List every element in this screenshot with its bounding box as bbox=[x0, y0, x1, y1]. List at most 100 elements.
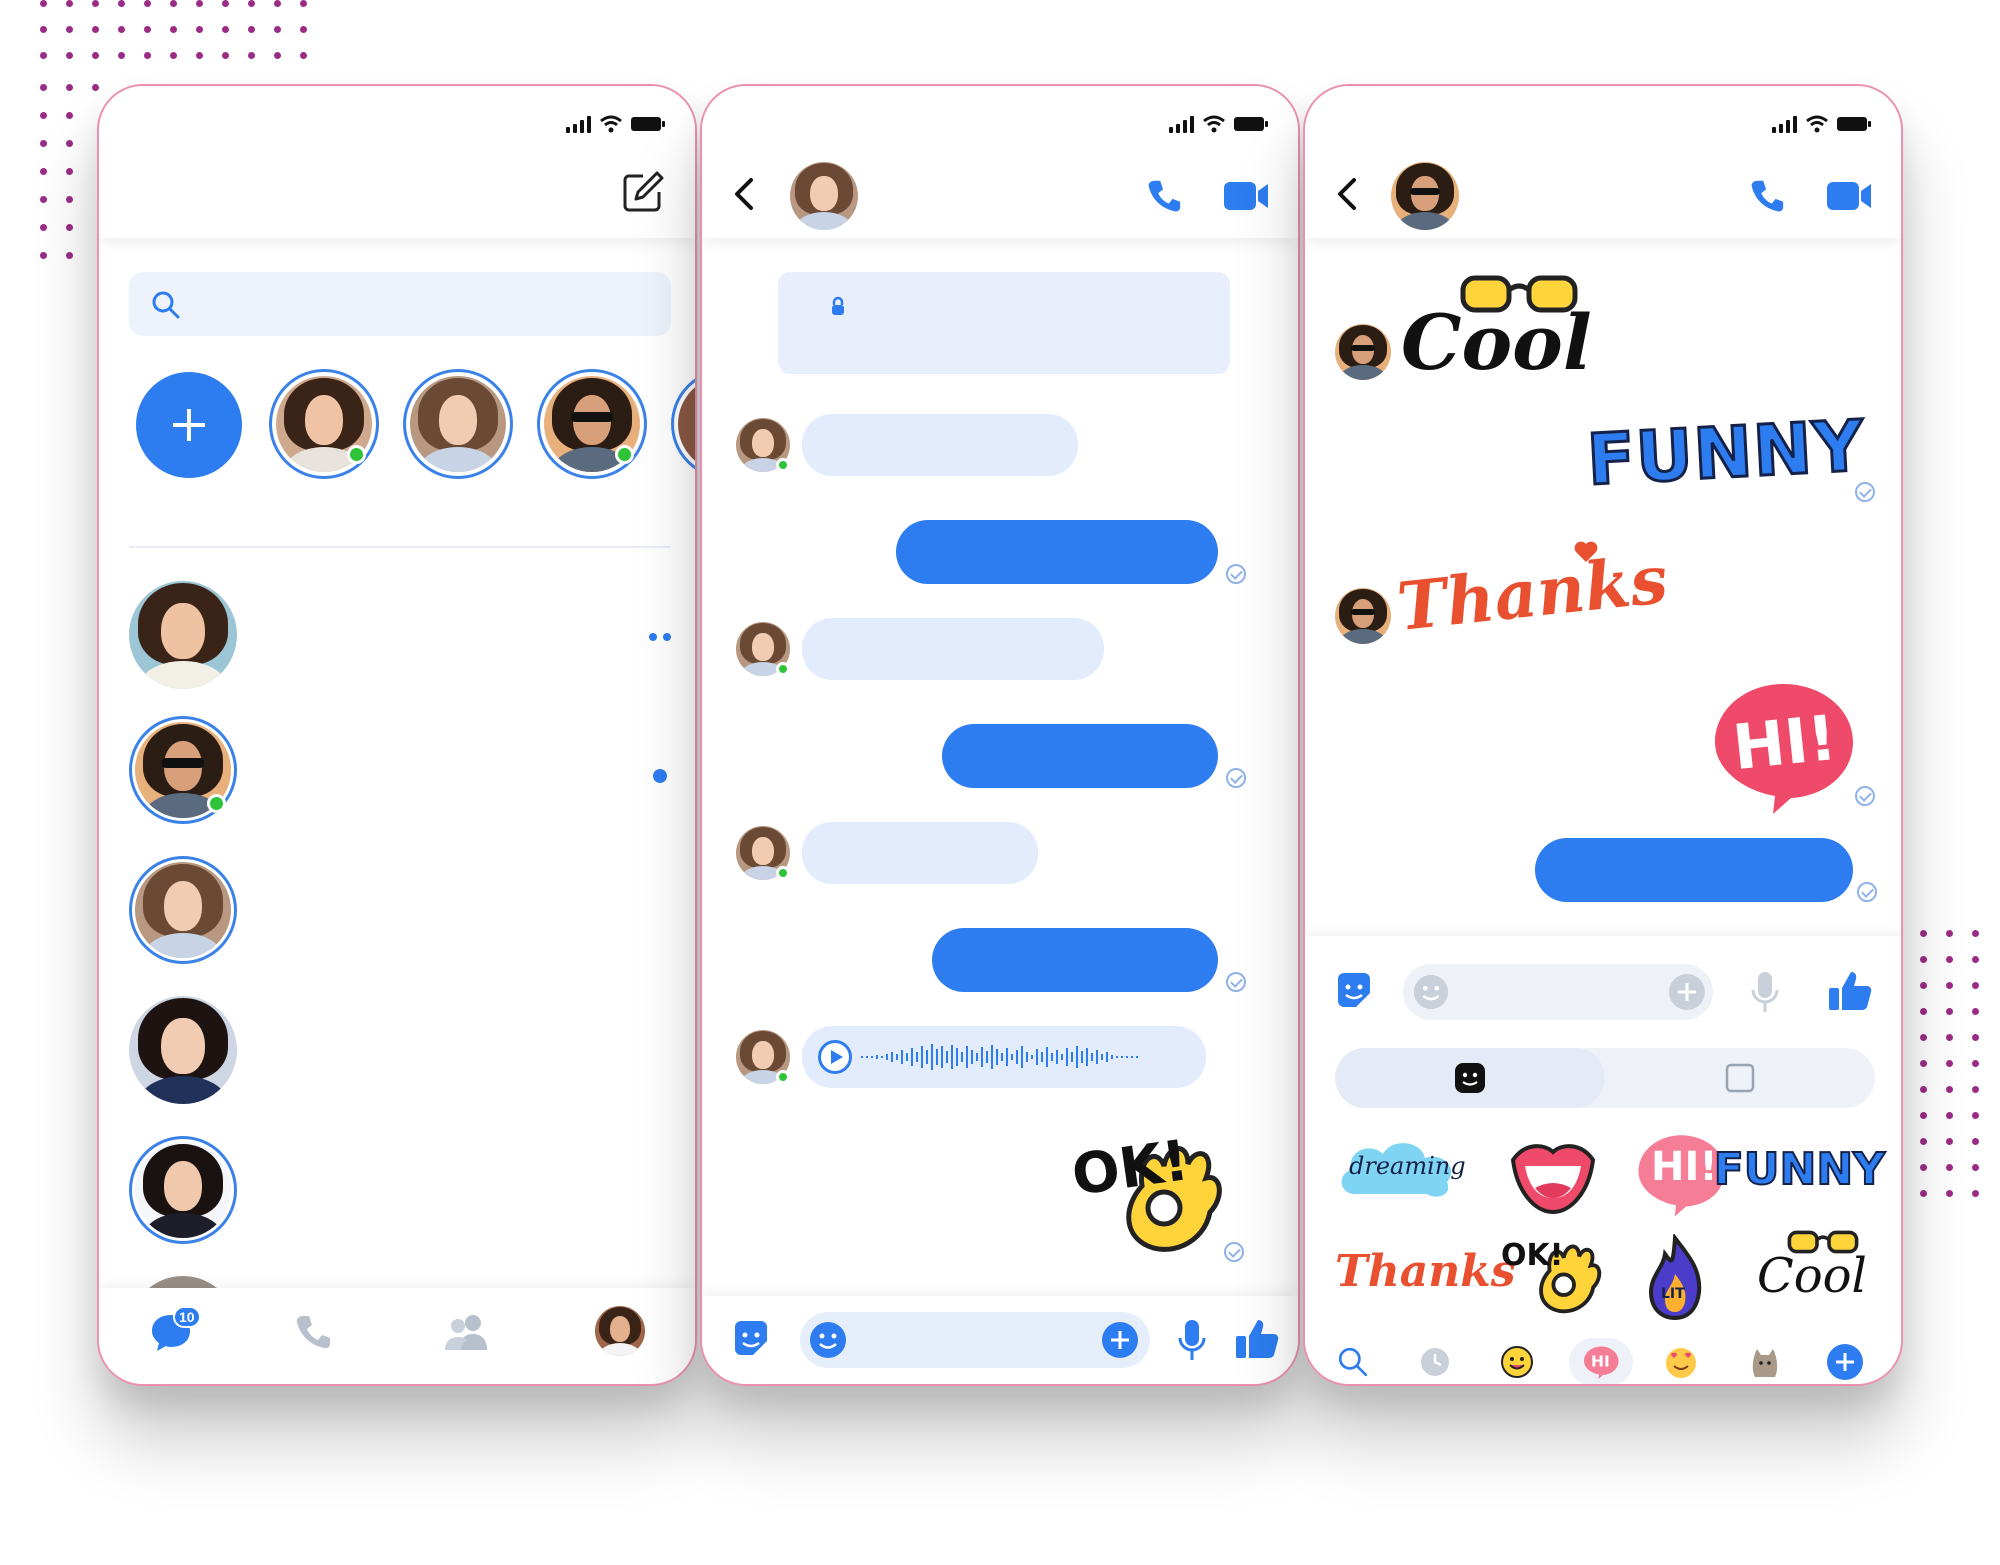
add-icon bbox=[1102, 1322, 1138, 1358]
story-item[interactable] bbox=[537, 369, 647, 479]
sticker-pack-hi[interactable]: HI bbox=[1569, 1338, 1633, 1384]
avatar bbox=[129, 996, 237, 1104]
compose-icon[interactable] bbox=[619, 168, 667, 216]
story-item[interactable] bbox=[403, 369, 513, 479]
sticker-cool[interactable]: Cool bbox=[1397, 272, 1617, 392]
sticker-item[interactable]: dreaming bbox=[1335, 1134, 1466, 1214]
sticker-label: Thanks bbox=[1393, 540, 1672, 646]
sticker-funny[interactable]: FUNNY bbox=[1584, 403, 1868, 502]
sticker-pack-smile[interactable] bbox=[1497, 1342, 1537, 1382]
divider bbox=[129, 546, 671, 548]
contact-avatar[interactable] bbox=[790, 162, 858, 230]
message-bubble-outgoing[interactable] bbox=[896, 520, 1218, 584]
sticker-button[interactable] bbox=[728, 1316, 774, 1362]
list-item[interactable] bbox=[129, 716, 671, 828]
message-bubble-incoming[interactable] bbox=[802, 414, 1078, 476]
read-receipt-icon bbox=[1226, 972, 1246, 992]
story-item[interactable] bbox=[671, 369, 695, 479]
tab-people[interactable] bbox=[439, 1306, 495, 1358]
search-icon bbox=[152, 291, 180, 319]
list-item[interactable] bbox=[129, 581, 671, 693]
voice-record-button[interactable] bbox=[1172, 1316, 1212, 1364]
back-button[interactable] bbox=[722, 172, 766, 216]
tab-stickers[interactable] bbox=[1335, 1048, 1605, 1108]
search-input[interactable] bbox=[129, 272, 671, 336]
signal-icon bbox=[1169, 115, 1194, 133]
sticker-label: HI! bbox=[1651, 1144, 1718, 1190]
sticker-thanks[interactable]: Thanks bbox=[1394, 536, 1671, 646]
sticker-label: FUNNY bbox=[1713, 1143, 1886, 1196]
heart-icon bbox=[1574, 541, 1598, 562]
story-item[interactable] bbox=[269, 369, 379, 479]
like-button[interactable] bbox=[1232, 1314, 1282, 1364]
sticker-pack-love[interactable] bbox=[1661, 1342, 1701, 1382]
sticker-ok[interactable]: OK! bbox=[1068, 1126, 1232, 1266]
play-button[interactable] bbox=[818, 1040, 852, 1074]
lips-icon bbox=[1510, 1144, 1596, 1215]
online-indicator bbox=[615, 445, 634, 464]
message-bubble-outgoing[interactable] bbox=[932, 928, 1218, 992]
thumbs-up-icon bbox=[1829, 972, 1872, 1010]
wifi-icon bbox=[600, 115, 622, 133]
search-stickers-button[interactable] bbox=[1333, 1342, 1373, 1382]
add-sticker-pack-button[interactable] bbox=[1825, 1342, 1865, 1382]
voice-message[interactable] bbox=[802, 1026, 1206, 1088]
love-sticker-pack bbox=[1666, 1348, 1696, 1378]
sticker-label: FUNNY bbox=[1584, 403, 1868, 502]
wifi-icon bbox=[1806, 115, 1828, 133]
sticker-tab-icon bbox=[1455, 1063, 1485, 1093]
picker-tabs bbox=[1335, 1048, 1875, 1108]
voice-call-button[interactable] bbox=[1745, 174, 1789, 218]
sticker-button[interactable] bbox=[1331, 968, 1377, 1014]
tab-calls[interactable] bbox=[287, 1306, 339, 1358]
back-button[interactable] bbox=[1325, 172, 1369, 216]
sticker-item[interactable]: LIT bbox=[1645, 1232, 1705, 1322]
add-story-button[interactable] bbox=[136, 372, 242, 478]
message-bubble-incoming[interactable] bbox=[802, 618, 1104, 680]
read-receipt-icon bbox=[1226, 564, 1246, 584]
read-receipt-icon bbox=[1226, 768, 1246, 788]
chat-header bbox=[702, 86, 1298, 238]
sticker-item[interactable]: FUNNY bbox=[1713, 1138, 1886, 1208]
emoji-button[interactable] bbox=[806, 1318, 850, 1362]
sticker-pack-cat[interactable] bbox=[1745, 1342, 1785, 1382]
online-indicator bbox=[776, 866, 790, 880]
video-call-button[interactable] bbox=[1220, 174, 1272, 218]
list-item[interactable] bbox=[129, 856, 671, 968]
sticker-label: Cool bbox=[1401, 298, 1592, 387]
thumbs-up-icon bbox=[1236, 1320, 1279, 1358]
voice-call-button[interactable] bbox=[1142, 174, 1186, 218]
message-bubble-outgoing[interactable] bbox=[942, 724, 1218, 788]
message-bubble-outgoing[interactable] bbox=[1535, 838, 1853, 902]
add-attachment-button[interactable] bbox=[1667, 972, 1707, 1012]
contact-avatar[interactable] bbox=[1391, 162, 1459, 230]
video-icon bbox=[1224, 182, 1268, 210]
message-input[interactable] bbox=[1403, 964, 1713, 1020]
list-item[interactable] bbox=[129, 1136, 671, 1248]
sticker-item[interactable]: OK! bbox=[1501, 1232, 1611, 1322]
message-bubble-incoming[interactable] bbox=[802, 822, 1038, 884]
add-attachment-button[interactable] bbox=[1100, 1320, 1140, 1360]
sticker-item[interactable]: Cool bbox=[1749, 1228, 1885, 1324]
sender-avatar bbox=[1335, 588, 1391, 644]
message-input[interactable] bbox=[800, 1312, 1150, 1368]
like-button[interactable] bbox=[1825, 966, 1875, 1016]
sticker-item[interactable]: Thanks bbox=[1335, 1236, 1516, 1316]
list-item[interactable] bbox=[129, 996, 671, 1108]
sticker-item[interactable] bbox=[1505, 1130, 1601, 1220]
video-call-button[interactable] bbox=[1823, 174, 1875, 218]
sticker-pack-bar: HI bbox=[1305, 1336, 1901, 1384]
wifi-icon bbox=[1203, 115, 1225, 133]
profile-avatar[interactable] bbox=[595, 1306, 645, 1356]
sticker-hi[interactable]: HI! bbox=[1703, 676, 1863, 816]
emoji-button[interactable] bbox=[1411, 972, 1451, 1012]
gif-tab-icon bbox=[1725, 1063, 1755, 1093]
svg-text:HI: HI bbox=[1591, 1353, 1610, 1371]
unread-dots bbox=[649, 633, 671, 641]
tab-chats[interactable]: 10 bbox=[139, 1304, 203, 1360]
voice-record-button[interactable] bbox=[1745, 968, 1785, 1016]
add-icon bbox=[1669, 974, 1705, 1010]
chat-header bbox=[1305, 86, 1901, 238]
recent-stickers-button[interactable] bbox=[1415, 1342, 1455, 1382]
tab-gif[interactable] bbox=[1605, 1048, 1875, 1108]
